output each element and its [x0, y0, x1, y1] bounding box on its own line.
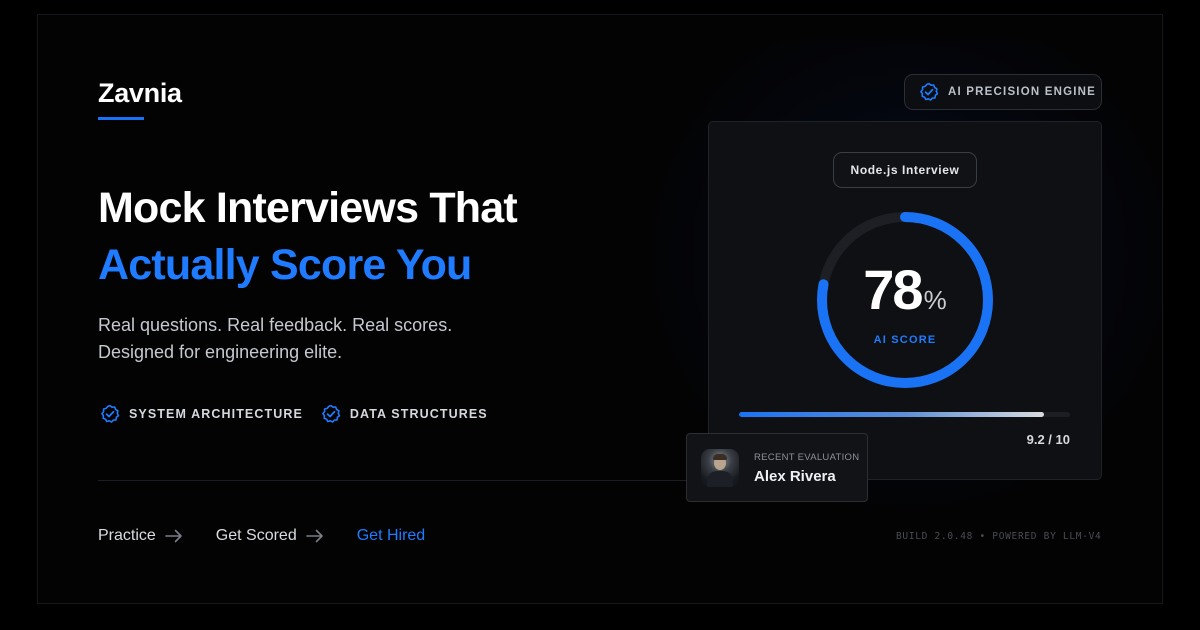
- step-label: Get Scored: [215, 527, 297, 544]
- logo-underline: [98, 117, 144, 120]
- score-value-row: 78%: [814, 258, 996, 332]
- section-divider: [98, 480, 688, 481]
- evaluation-label: RECENT EVALUATION: [754, 452, 860, 463]
- brand-logo[interactable]: Zavnia: [98, 78, 182, 109]
- step-get-hired[interactable]: Get Hired: [357, 527, 425, 545]
- feature-tags: SYSTEM ARCHITECTURE DATA STRUCTURES: [100, 404, 488, 424]
- score-unit: %: [923, 285, 947, 315]
- hero-headline: Mock Interviews That Actually Score You: [98, 180, 518, 294]
- ai-precision-engine-badge: AI PRECISION ENGINE: [904, 74, 1102, 110]
- step-label: Practice: [98, 527, 156, 544]
- hero-subtitle: Real questions. Real feedback. Real scor…: [98, 312, 452, 366]
- headline-line-1: Mock Interviews That: [98, 184, 518, 232]
- tag-label: SYSTEM ARCHITECTURE: [129, 407, 303, 421]
- arrow-right-icon: [164, 529, 182, 543]
- avatar: [701, 449, 739, 487]
- check-badge-icon: [322, 404, 341, 423]
- interview-topic-pill[interactable]: Node.js Interview: [833, 152, 977, 188]
- tag-data-structures: DATA STRUCTURES: [321, 404, 488, 424]
- tag-label: DATA STRUCTURES: [349, 407, 488, 421]
- verified-badge-icon: [920, 82, 939, 101]
- rating-value: 9.2 / 10: [1026, 432, 1070, 447]
- score-label: AI SCORE: [873, 334, 937, 346]
- avatar-hair: [713, 454, 727, 460]
- score-readout: 78% AI SCORE: [814, 258, 996, 346]
- check-badge-icon: [101, 404, 120, 423]
- rating-progress-fill: [739, 412, 1044, 417]
- tag-system-architecture: SYSTEM ARCHITECTURE: [100, 404, 303, 424]
- engine-badge-label: AI PRECISION ENGINE: [948, 86, 1097, 98]
- step-label: Get Hired: [356, 527, 426, 544]
- evaluation-name: Alex Rivera: [754, 468, 836, 485]
- step-get-scored[interactable]: Get Scored: [216, 527, 324, 545]
- avatar-body: [707, 471, 733, 487]
- subtitle-line-2: Designed for engineering elite.: [98, 342, 343, 362]
- score-value: 78: [863, 258, 923, 321]
- subtitle-line-1: Real questions. Real feedback. Real scor…: [98, 315, 453, 335]
- build-info: BUILD 2.0.48 • POWERED BY LLM-V4: [896, 531, 1102, 542]
- recent-evaluation-card[interactable]: RECENT EVALUATION Alex Rivera: [686, 433, 868, 502]
- rating-progress-track: [739, 412, 1070, 417]
- step-practice[interactable]: Practice: [98, 527, 183, 545]
- arrow-right-icon: [305, 529, 323, 543]
- journey-steps: Practice Get Scored Get Hired: [98, 527, 458, 545]
- headline-line-2: Actually Score You: [98, 241, 472, 289]
